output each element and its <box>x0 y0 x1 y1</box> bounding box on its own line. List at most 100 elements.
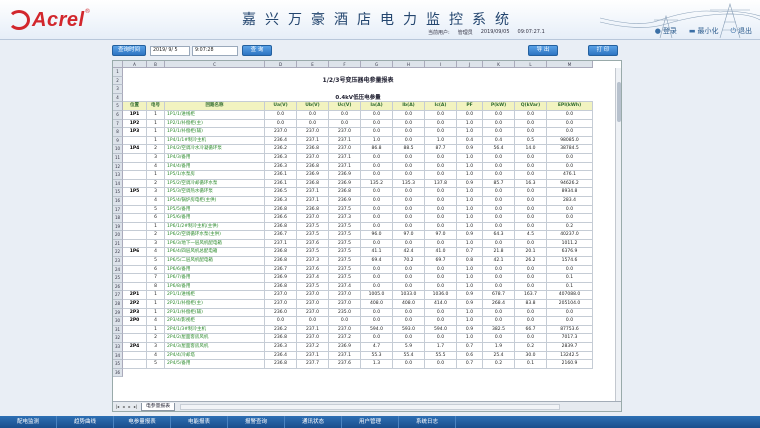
cell-ub[interactable]: 0.0 <box>297 317 329 326</box>
cell-epi[interactable]: 0.0 <box>547 308 593 318</box>
cell-no[interactable]: 2 <box>147 231 165 240</box>
cell-p[interactable]: 678.7 <box>483 291 515 301</box>
next-sheet-button[interactable]: ▸ <box>127 404 132 410</box>
cell-ic[interactable]: 0.0 <box>425 119 457 129</box>
column-header-f[interactable]: F <box>329 61 361 68</box>
cell-q[interactable]: 0.0 <box>515 317 547 326</box>
cell-name[interactable]: 2P1/1/进线柜 <box>165 291 265 301</box>
cell-ic[interactable]: 55.5 <box>425 351 457 361</box>
cell-ua[interactable]: 237.0 <box>265 128 297 137</box>
cell-ib[interactable]: 0.0 <box>393 239 425 249</box>
cell-ub[interactable]: 237.6 <box>297 239 329 249</box>
cell-uc[interactable]: 236.8 <box>329 188 361 197</box>
cell-q[interactable]: 83.8 <box>515 300 547 309</box>
table-row[interactable]: 5 1P6/5/二层风机配电箱 236.8 237.3 237.5 69.4 70.2 69.… <box>123 257 593 266</box>
row-number[interactable]: 32 <box>113 334 123 343</box>
cell-ic[interactable]: 414.0 <box>425 300 457 309</box>
cell-p[interactable]: 0.0 <box>483 265 515 275</box>
cell-pos[interactable]: 2P0 <box>123 317 147 326</box>
cell-no[interactable]: 1 <box>147 119 165 129</box>
vertical-scrollbar[interactable] <box>615 68 621 402</box>
row-number[interactable]: 31 <box>113 325 123 335</box>
cell-no[interactable]: 5 <box>147 257 165 266</box>
cell-pf[interactable]: 1.0 <box>457 119 483 129</box>
cell-ia[interactable]: 0.0 <box>361 282 393 292</box>
cell-pf[interactable]: 1.0 <box>457 239 483 249</box>
exit-button[interactable]: ⏻ 退出 <box>730 26 752 36</box>
row-number[interactable]: 27 <box>113 291 123 301</box>
cell-name[interactable]: 1P6/2/空调循环水泵(主供) <box>165 231 265 240</box>
cell-no[interactable]: 1 <box>147 325 165 335</box>
cell-name[interactable]: 1P6/5/二层风机配电箱 <box>165 257 265 266</box>
table-row[interactable]: 2P3 1 2P3/1/补偿柜(辅) 236.0 237.0 235.0 0.0 0.0 0.0… <box>123 308 593 318</box>
cell-q[interactable]: 0.0 <box>515 265 547 275</box>
cell-epi[interactable]: 0.0 <box>547 162 593 172</box>
cell-ia[interactable]: 96.0 <box>361 231 393 240</box>
cell-name[interactable]: 2P4/4/冷却塔 <box>165 351 265 361</box>
cell-uc[interactable]: 237.1 <box>329 153 361 163</box>
cell-q[interactable]: 0.0 <box>515 153 547 163</box>
table-row[interactable]: 2P1 1 2P1/1/进线柜 237.0 237.0 237.0 1005.0 1033.0… <box>123 291 593 301</box>
cell-ic[interactable]: 0.0 <box>425 214 457 223</box>
row-number[interactable]: 34 <box>113 351 123 361</box>
cell-uc[interactable]: 237.5 <box>329 257 361 266</box>
cell-no[interactable]: 3 <box>147 239 165 249</box>
cell-epi[interactable]: 0.0 <box>547 119 593 129</box>
table-row[interactable]: 2 1P5/2/空调冷却循环水泵 236.1 236.8 236.9 135.2 135.3… <box>123 179 593 189</box>
cell-ub[interactable]: 237.1 <box>297 325 329 335</box>
cell-ia[interactable]: 0.0 <box>361 317 393 326</box>
cell-epi[interactable]: 2839.7 <box>547 343 593 352</box>
cell-uc[interactable]: 237.4 <box>329 282 361 292</box>
cell-uc[interactable]: 237.1 <box>329 136 361 146</box>
cell-p[interactable]: 0.0 <box>483 334 515 343</box>
cell-epi[interactable]: 98085.0 <box>547 136 593 146</box>
cell-pf[interactable]: 0.7 <box>457 360 483 369</box>
cell-ua[interactable]: 236.8 <box>265 222 297 232</box>
cell-p[interactable]: 0.0 <box>483 188 515 197</box>
cell-ua[interactable]: 236.9 <box>265 274 297 283</box>
minimize-button[interactable]: ▬ 最小化 <box>689 26 719 36</box>
cell-no[interactable]: 1 <box>147 291 165 301</box>
cell-pf[interactable]: 1.0 <box>457 171 483 180</box>
cell-epi[interactable]: 0.0 <box>547 265 593 275</box>
row-number[interactable]: 6 <box>113 110 123 120</box>
cell-ib[interactable]: 70.2 <box>393 257 425 266</box>
cell-uc[interactable]: 236.9 <box>329 343 361 352</box>
cell-ib[interactable]: 0.0 <box>393 214 425 223</box>
cell-name[interactable]: 1P6/8/备用 <box>165 282 265 292</box>
cell-uc[interactable]: 237.5 <box>329 239 361 249</box>
cell-name[interactable]: 1P6/4/四层风机总配电箱 <box>165 248 265 258</box>
cell-p[interactable]: 268.4 <box>483 300 515 309</box>
cell-p[interactable]: 0.0 <box>483 239 515 249</box>
select-all-corner[interactable] <box>113 61 123 68</box>
cell-ia[interactable]: 0.0 <box>361 265 393 275</box>
cell-uc[interactable]: 237.5 <box>329 231 361 240</box>
table-row[interactable]: 6 1P5/6/备用 236.6 237.0 237.3 0.0 0.0 0.0 1.0 0.0 0… <box>123 214 593 223</box>
cell-q[interactable]: 0.5 <box>515 136 547 146</box>
cell-pos[interactable]: 2P2 <box>123 300 147 309</box>
cell-uc[interactable]: 237.0 <box>329 145 361 154</box>
cell-ua[interactable]: 236.3 <box>265 196 297 206</box>
row-number[interactable]: 22 <box>113 248 123 258</box>
cell-pf[interactable]: 0.6 <box>457 351 483 361</box>
cell-no[interactable]: 2 <box>147 334 165 343</box>
cell-p[interactable]: 0.0 <box>483 274 515 283</box>
cell-epi[interactable]: 0.1 <box>547 282 593 292</box>
cell-ib[interactable]: 0.0 <box>393 317 425 326</box>
row-number[interactable]: 3 <box>113 85 123 94</box>
cell-no[interactable]: 4 <box>147 317 165 326</box>
cell-p[interactable]: 382.5 <box>483 325 515 335</box>
cell-uc[interactable]: 237.1 <box>329 351 361 361</box>
table-row[interactable]: 4 1P5/4/锅炉房电柜(主供) 236.3 237.1 236.9 0.0 0.0 0.0… <box>123 196 593 206</box>
cell-name[interactable]: 2P3/1/补偿柜(辅) <box>165 308 265 318</box>
cell-epi[interactable]: 2160.9 <box>547 360 593 369</box>
row-number[interactable]: 15 <box>113 188 123 197</box>
cell-ub[interactable]: 236.8 <box>297 162 329 172</box>
cell-ic[interactable]: 0.0 <box>425 188 457 197</box>
cell-ic[interactable]: 0.0 <box>425 265 457 275</box>
cell-name[interactable]: 1P5/3/空调热水循环泵 <box>165 188 265 197</box>
cell-ib[interactable]: 0.0 <box>393 162 425 172</box>
column-header-a[interactable]: A <box>123 61 147 68</box>
cell-pf[interactable]: 0.9 <box>457 291 483 301</box>
cell-ia[interactable]: 408.0 <box>361 300 393 309</box>
